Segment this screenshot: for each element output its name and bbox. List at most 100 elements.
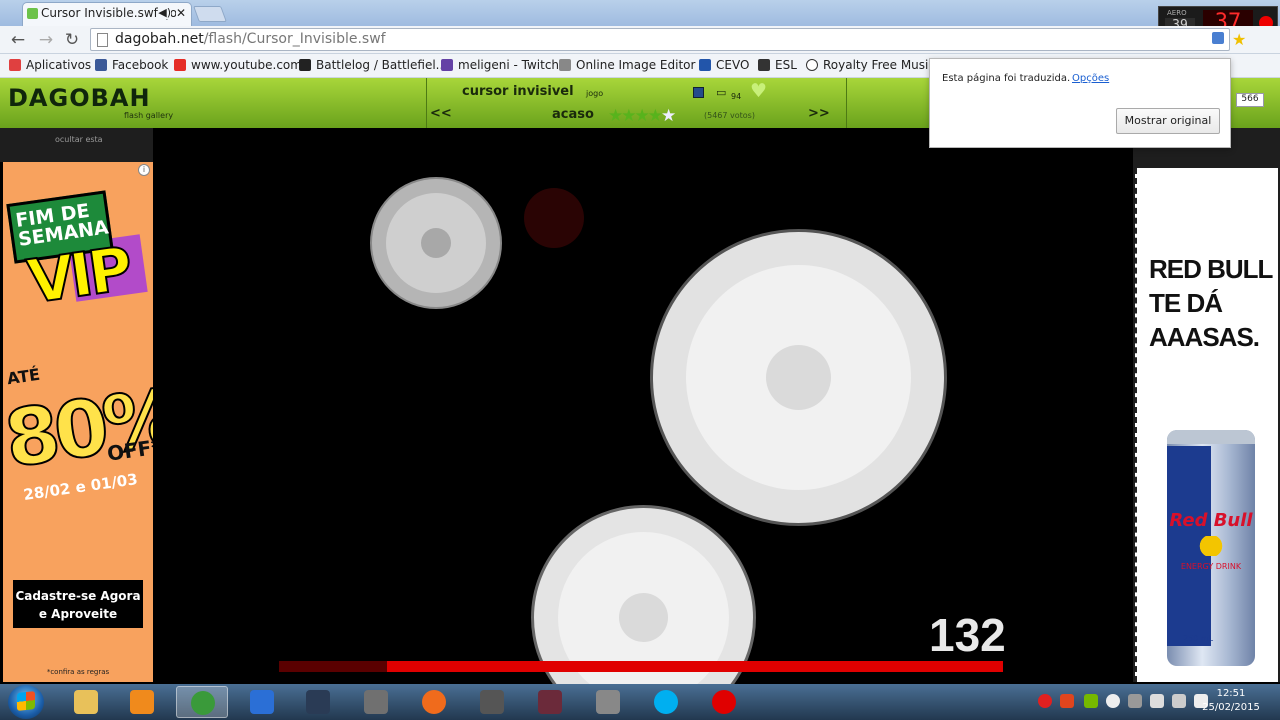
taskbar-button-origin[interactable] <box>408 686 460 718</box>
game-char-icon <box>538 690 562 714</box>
bookmark-facebook[interactable]: Facebook <box>95 58 168 72</box>
url-host: dagobah.net <box>115 31 204 47</box>
esl-icon <box>758 59 770 71</box>
tab-title: Cursor Invisible.swf (jo <box>41 6 178 20</box>
reload-button[interactable]: ↻ <box>62 30 82 50</box>
vip-logo: FIM DE SEMANA VIP <box>6 190 148 319</box>
taskbar-button-record[interactable] <box>698 686 750 718</box>
taskbar: 12:51 25/02/2015 <box>0 684 1280 720</box>
stars-filled: ★★★★ <box>608 106 663 126</box>
nvidia-icon[interactable] <box>1084 694 1098 708</box>
translate-options-link[interactable]: Opções <box>1072 73 1109 84</box>
network-icon[interactable] <box>1172 694 1186 708</box>
tray-app-icon[interactable] <box>1128 694 1142 708</box>
windows-logo-icon <box>17 691 35 711</box>
bookmark-label: Battlelog / Battlefiel... <box>316 58 448 72</box>
info-icon <box>806 59 818 71</box>
timer-bar <box>279 661 1003 672</box>
divider <box>426 78 427 128</box>
tray-speaker-icon[interactable] <box>1060 694 1074 708</box>
ad-headline: RED BULL TE DÁ AAASAS. <box>1149 252 1273 354</box>
rating-stars[interactable]: ★★★★★ <box>608 106 676 126</box>
clock-date: 25/02/2015 <box>1202 702 1260 713</box>
bookmark-esl[interactable]: ESL <box>758 58 797 72</box>
game-99-icon <box>364 690 388 714</box>
taskbar-button-game-99[interactable] <box>350 686 402 718</box>
taskbar-button-app-c[interactable] <box>236 686 288 718</box>
bookmark-label: ESL <box>775 58 797 72</box>
clock[interactable]: 12:51 25/02/2015 <box>1196 687 1266 715</box>
can-subtitle: ENERGY DRINK <box>1180 562 1242 571</box>
steam-tray-icon[interactable] <box>1106 694 1120 708</box>
start-button[interactable] <box>8 685 44 719</box>
close-tab-icon[interactable]: ✕ <box>175 6 186 20</box>
translate-icon[interactable] <box>1212 32 1224 44</box>
bookmark-image-editor[interactable]: Online Image Editor ... <box>559 58 711 72</box>
show-original-button[interactable]: Mostrar original <box>1116 108 1220 134</box>
left-ad-banner[interactable]: i FIM DE SEMANA VIP ATÉ 80% OFF* 28/02 e… <box>3 162 153 682</box>
twitch-icon <box>441 59 453 71</box>
youtube-icon <box>174 59 186 71</box>
bookmark-twitch[interactable]: meligeni - Twitch <box>441 58 559 72</box>
hidden-cursor-dot <box>524 188 584 248</box>
can-brand: Red Bull <box>1169 510 1253 531</box>
taskbar-button-skype[interactable] <box>640 686 692 718</box>
taskbar-button-explorer[interactable] <box>60 686 112 718</box>
discount-percent: 80% <box>3 371 153 486</box>
right-ad-banner[interactable]: RED BULL TE DÁ AAASAS. Red Bull ENERGY D… <box>1133 162 1280 682</box>
taskbar-button-soldier[interactable] <box>466 686 518 718</box>
next-game-link[interactable]: >> <box>808 106 830 121</box>
bookmark-apps[interactable]: Aplicativos <box>9 58 91 72</box>
flag-icon[interactable] <box>1150 694 1164 708</box>
record-icon <box>712 690 736 714</box>
bookmark-label: CEVO <box>716 58 750 72</box>
signup-button[interactable]: Cadastre-se Agora e Aproveite <box>13 580 143 628</box>
comments-count: 94 <box>731 92 742 101</box>
save-icon[interactable] <box>693 87 704 98</box>
battlelog-icon <box>299 59 311 71</box>
ad-info-icon[interactable]: i <box>138 164 150 176</box>
taskbar-button-game-char[interactable] <box>524 686 576 718</box>
clock-time: 12:51 <box>1216 688 1246 699</box>
target-circle-medium[interactable] <box>531 505 756 684</box>
address-bar[interactable]: dagobah.net/flash/Cursor_Invisible.swf <box>90 28 1230 51</box>
audio-icon[interactable]: ◀) <box>158 6 171 19</box>
flash-game-canvas[interactable]: 132 <box>153 128 1133 684</box>
site-logo[interactable]: DAGOBAH <box>8 84 151 112</box>
comments-icon[interactable]: ▭ <box>716 86 726 99</box>
taskbar-button-steam[interactable] <box>292 686 344 718</box>
overlay-label: AERO <box>1167 9 1187 17</box>
bookmark-cevo[interactable]: CEVO <box>699 58 749 72</box>
chrome-icon <box>191 691 215 715</box>
random-game-link[interactable]: acaso <box>552 107 594 122</box>
score-counter: 132 <box>929 609 1006 661</box>
bookmark-youtube[interactable]: www.youtube.com <box>174 58 302 72</box>
stars-empty: ★ <box>660 106 676 126</box>
hide-ad-link[interactable]: ocultar esta <box>55 135 103 144</box>
divider <box>846 78 847 128</box>
target-circle-large[interactable] <box>650 229 947 526</box>
can-volume: 250 mL <box>1183 634 1214 643</box>
browser-tab[interactable]: Cursor Invisible.swf (jo ◀) ✕ <box>22 2 192 26</box>
bookmark-royalty-music[interactable]: Royalty Free Music <box>806 58 935 72</box>
taskbar-button-media-player[interactable] <box>116 686 168 718</box>
forward-button[interactable]: → <box>36 30 56 50</box>
target-circle-small[interactable] <box>370 177 502 309</box>
bookmark-star-icon[interactable]: ★ <box>1232 30 1246 49</box>
taskbar-button-chrome[interactable] <box>176 686 228 718</box>
new-tab-button[interactable] <box>193 6 227 22</box>
tray-r-icon[interactable] <box>1038 694 1052 708</box>
taskbar-button-wings[interactable] <box>582 686 634 718</box>
media-player-icon <box>130 690 154 714</box>
back-button[interactable]: ← <box>8 30 28 50</box>
wings-icon <box>596 690 620 714</box>
heart-icon[interactable]: ♥ <box>750 80 767 102</box>
title-bar: Cursor Invisible.swf (jo ◀) ✕ AERO 39 37 <box>0 0 1280 38</box>
headline-line-1: RED BULL <box>1149 254 1273 284</box>
bookmark-battlelog[interactable]: Battlelog / Battlefiel... <box>299 58 447 72</box>
bookmark-label: meligeni - Twitch <box>458 58 560 72</box>
bulls-logo-icon <box>1181 536 1241 556</box>
target-center <box>421 228 451 258</box>
prev-game-link[interactable]: << <box>430 106 452 121</box>
favicon-icon <box>27 8 38 19</box>
